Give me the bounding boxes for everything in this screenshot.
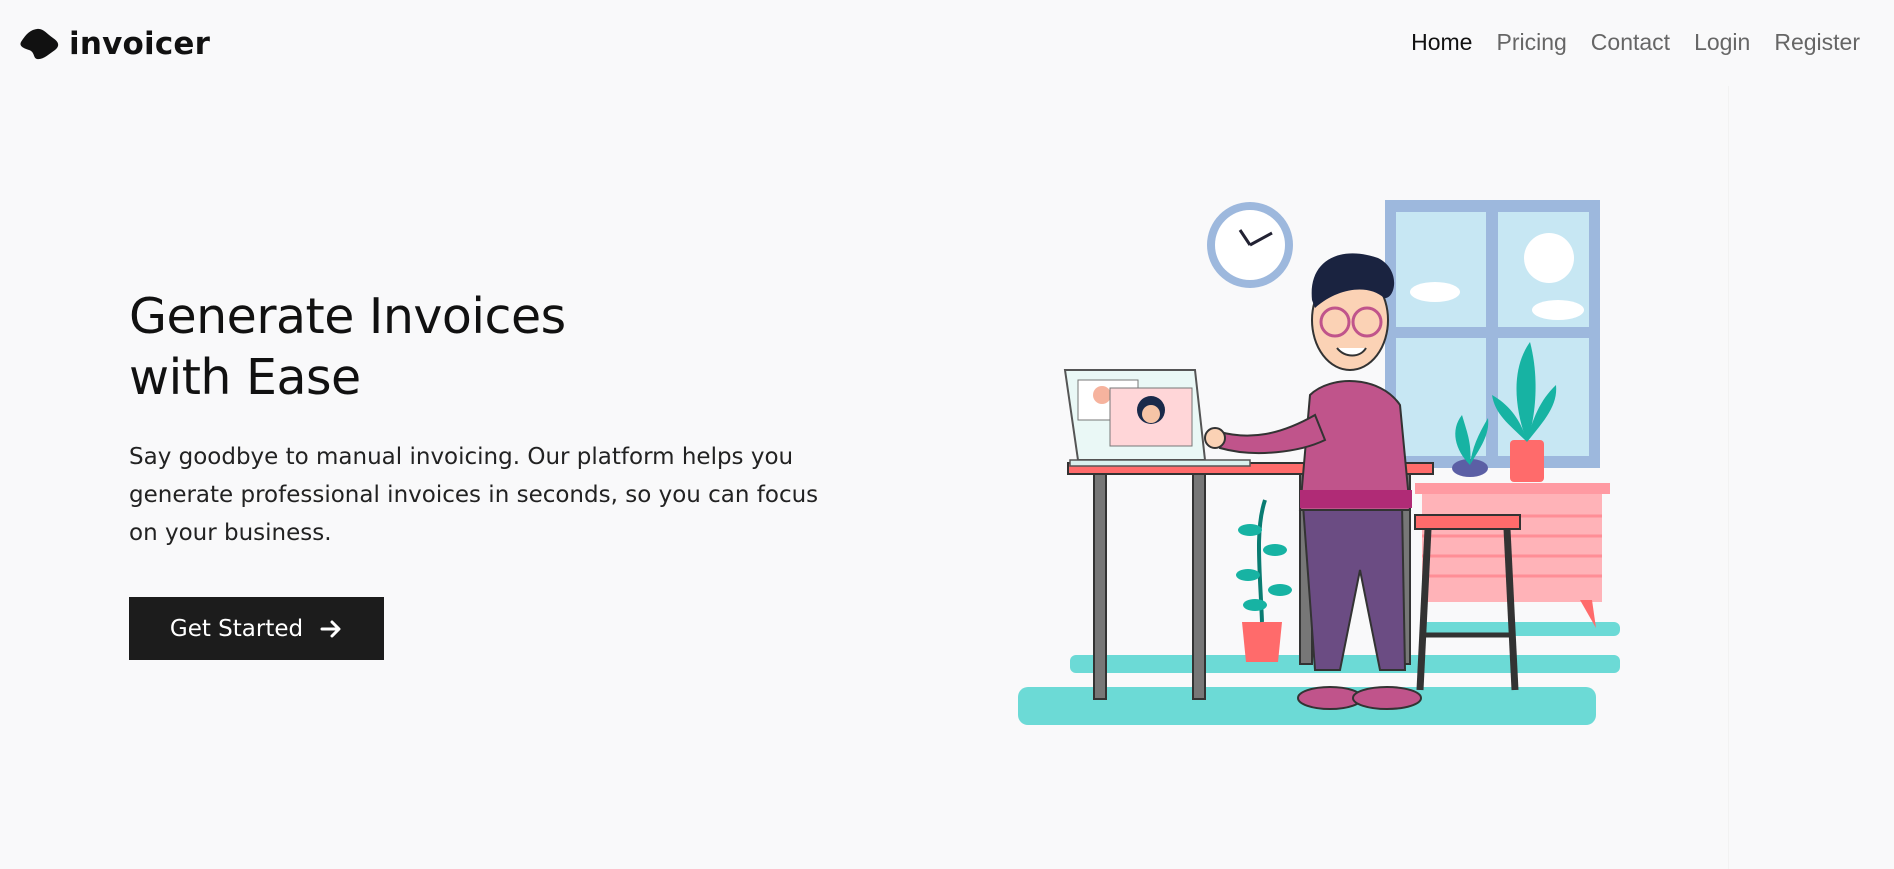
man-at-desk-video-call-illustration: [1018, 200, 1620, 725]
nav-register[interactable]: Register: [1774, 29, 1860, 56]
laptop: [1063, 369, 1251, 467]
nav-home[interactable]: Home: [1411, 29, 1472, 56]
man-figure: [1204, 253, 1422, 710]
nav-contact[interactable]: Contact: [1591, 29, 1670, 56]
main-nav: Home Pricing Contact Login Register: [1411, 26, 1860, 58]
hero-text: Generate Invoices with Ease Say goodbye …: [129, 286, 849, 552]
floor-plant: [1236, 499, 1292, 662]
site-header: invoicer Home Pricing Contact Login Regi…: [0, 0, 1894, 86]
arrow-right-icon: [320, 620, 341, 637]
floor-strip: [1070, 655, 1620, 673]
nav-pricing[interactable]: Pricing: [1496, 29, 1566, 56]
hero-title-line2: with Ease: [129, 349, 361, 406]
blob-logo-icon: [20, 28, 59, 60]
brand-name: invoicer: [69, 26, 211, 62]
brand-link[interactable]: invoicer: [19, 26, 210, 62]
get-started-label: Get Started: [169, 615, 304, 642]
hero-title: Generate Invoices with Ease: [129, 286, 649, 408]
window: [1385, 200, 1600, 468]
get-started-button[interactable]: Get Started: [129, 597, 384, 660]
nav-login[interactable]: Login: [1694, 29, 1750, 56]
hero-description: Say goodbye to manual invoicing. Our pla…: [129, 444, 819, 546]
content-divider: [1728, 86, 1729, 869]
wall-clock: [1207, 202, 1293, 288]
hero-title-line1: Generate Invoices: [129, 288, 566, 345]
